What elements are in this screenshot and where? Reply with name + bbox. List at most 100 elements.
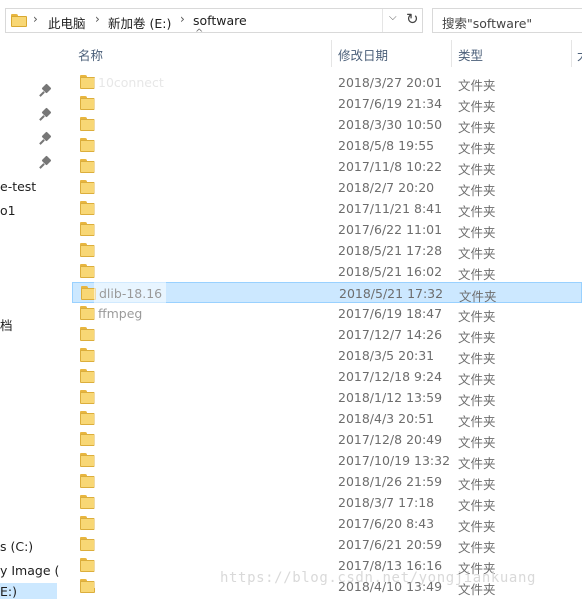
folder-icon <box>80 474 95 488</box>
folder-icon <box>80 537 95 551</box>
file-row[interactable]: 2017/12/18 9:24 文件夹 <box>72 366 582 387</box>
file-type: 文件夹 <box>458 246 496 261</box>
folder-icon <box>80 264 95 278</box>
nav-item[interactable]: o1 <box>0 203 16 218</box>
navigation-pane: e-test o1 档 s (C:) y Image ( E:) <box>0 40 59 599</box>
folder-icon <box>80 432 95 446</box>
folder-icon <box>80 117 95 131</box>
file-row[interactable]: 2017/6/21 20:59 文件夹 <box>72 534 582 555</box>
divider[interactable] <box>451 40 452 67</box>
file-row[interactable]: 2018/3/5 20:31 文件夹 <box>72 345 582 366</box>
folder-icon <box>80 327 95 341</box>
file-row[interactable]: 2017/6/20 8:43 文件夹 <box>72 513 582 534</box>
file-modified-date: 2017/6/19 18:47 <box>338 306 443 321</box>
address-dropdown-icon[interactable]: ⌵ <box>389 12 397 23</box>
file-row[interactable]: 2017/6/22 11:01 文件夹 <box>72 219 582 240</box>
file-modified-date: 2017/11/21 8:41 <box>338 201 443 216</box>
file-row[interactable]: 2018/1/12 13:59 文件夹 <box>72 387 582 408</box>
file-modified-date: 2017/6/21 20:59 <box>338 537 443 552</box>
file-type: 文件夹 <box>458 78 496 93</box>
pin-icon <box>39 131 52 147</box>
file-row[interactable]: 2017/6/19 21:34 文件夹 <box>72 93 582 114</box>
divider[interactable] <box>571 40 572 67</box>
column-header-size[interactable]: 大 <box>577 45 582 72</box>
file-row-selected[interactable]: dlib-18.16 2018/5/21 17:32 文件夹 <box>72 282 582 304</box>
folder-icon <box>80 96 95 110</box>
file-type: 文件夹 <box>458 393 496 408</box>
file-modified-date: 2018/1/26 21:59 <box>338 474 443 489</box>
file-type: 文件夹 <box>458 456 496 471</box>
file-row[interactable]: 2017/11/8 10:22 文件夹 <box>72 156 582 177</box>
file-type: 文件夹 <box>458 120 496 135</box>
breadcrumb-software[interactable]: software <box>193 13 247 28</box>
file-row[interactable]: 2018/5/8 19:55 文件夹 <box>72 135 582 156</box>
folder-icon <box>80 180 95 194</box>
folder-icon <box>80 75 95 89</box>
file-row[interactable]: 2018/2/7 20:20 文件夹 <box>72 177 582 198</box>
column-header-modified[interactable]: 修改日期 <box>338 45 388 72</box>
watermark: https://blog.csdn.net/yongjiankuang <box>220 570 537 586</box>
folder-icon <box>80 390 95 404</box>
search-placeholder: 搜索"software" <box>442 16 533 31</box>
file-row[interactable]: 2017/11/21 8:41 文件夹 <box>72 198 582 219</box>
breadcrumb-chevron-icon[interactable]: › <box>180 12 185 26</box>
file-row[interactable]: 10connect 2018/3/27 20:01 文件夹 <box>72 72 582 93</box>
file-row[interactable]: 2018/3/30 10:50 文件夹 <box>72 114 582 135</box>
file-name: 10connect <box>98 75 164 90</box>
file-row[interactable]: 2018/5/21 17:28 文件夹 <box>72 240 582 261</box>
folder-icon <box>80 558 95 572</box>
folder-icon <box>80 201 95 215</box>
file-row[interactable]: 2018/4/3 20:51 文件夹 <box>72 408 582 429</box>
column-header-type[interactable]: 类型 <box>458 45 483 72</box>
file-modified-date: 2018/1/12 13:59 <box>338 390 443 405</box>
divider <box>382 9 383 32</box>
nav-item[interactable]: 档 <box>0 315 13 334</box>
file-row[interactable]: 2018/1/26 21:59 文件夹 <box>72 471 582 492</box>
folder-icon <box>80 243 95 257</box>
breadcrumb-this-pc[interactable]: 此电脑 <box>48 13 86 32</box>
file-modified-date: 2018/5/21 17:32 <box>339 286 444 301</box>
file-row[interactable]: 2017/10/19 13:32 文件夹 <box>72 450 582 471</box>
file-modified-date: 2017/12/18 9:24 <box>338 369 443 384</box>
file-type: 文件夹 <box>458 414 496 429</box>
file-type: 文件夹 <box>458 99 496 114</box>
file-type: 文件夹 <box>458 435 496 450</box>
file-type: 文件夹 <box>458 225 496 240</box>
file-type: 文件夹 <box>458 540 496 555</box>
file-type: 文件夹 <box>458 372 496 387</box>
breadcrumb-chevron-icon[interactable]: › <box>95 12 100 26</box>
file-row[interactable]: 2017/12/7 14:26 文件夹 <box>72 324 582 345</box>
search-input[interactable]: 搜索"software" <box>432 8 582 33</box>
refresh-icon[interactable]: ↻ <box>406 10 419 28</box>
file-modified-date: 2018/3/7 17:18 <box>338 495 435 510</box>
file-type: 文件夹 <box>458 498 496 513</box>
breadcrumb-chevron-icon[interactable]: › <box>33 12 38 26</box>
file-modified-date: 2018/4/3 20:51 <box>338 411 435 426</box>
file-row[interactable]: 2018/5/21 16:02 文件夹 <box>72 261 582 282</box>
file-name: ffmpeg <box>98 306 143 321</box>
divider[interactable] <box>331 40 332 67</box>
column-header-name[interactable]: 名称 <box>78 45 103 72</box>
file-type: 文件夹 <box>458 330 496 345</box>
file-row[interactable]: 2018/3/7 17:18 文件夹 <box>72 492 582 513</box>
nav-item-drive-c[interactable]: s (C:) <box>0 539 33 554</box>
pin-icon <box>39 155 52 171</box>
breadcrumb-drive-e[interactable]: 新加卷 (E:) <box>108 13 171 32</box>
nav-item-selected[interactable]: E:) <box>0 583 57 599</box>
file-modified-date: 2017/12/8 20:49 <box>338 432 443 447</box>
file-type: 文件夹 <box>458 141 496 156</box>
file-row[interactable]: ffmpeg 2017/6/19 18:47 文件夹 <box>72 303 582 324</box>
file-type: 文件夹 <box>458 477 496 492</box>
folder-icon <box>80 222 95 236</box>
file-list: 10connect 2018/3/27 20:01 文件夹 2017/6/19 21:… <box>72 72 582 597</box>
nav-item[interactable]: e-test <box>0 179 36 194</box>
pin-icon <box>39 107 52 123</box>
address-bar[interactable]: › 此电脑 › 新加卷 (E:) › software ⌵ ↻ <box>5 8 423 33</box>
folder-icon <box>80 348 95 362</box>
file-modified-date: 2017/6/20 8:43 <box>338 516 435 531</box>
file-row[interactable]: 2017/12/8 20:49 文件夹 <box>72 429 582 450</box>
folder-icon <box>80 159 95 173</box>
nav-item[interactable]: y Image ( <box>0 563 59 578</box>
file-type: 文件夹 <box>458 183 496 198</box>
folder-icon <box>80 516 95 530</box>
